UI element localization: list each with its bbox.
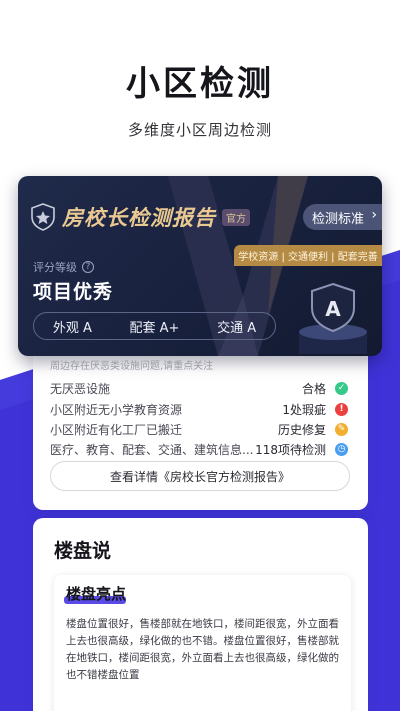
report-tags: 学校资源 | 交通便利 | 配套完善 <box>234 245 382 266</box>
shield-star-icon <box>31 203 55 231</box>
report-header: 房校长检测报告 官方 <box>30 202 250 232</box>
page-title: 小区检测 <box>126 64 274 104</box>
wrench-icon: ✎ <box>335 423 348 436</box>
check-row: 小区附近无小学教育资源 1处瑕疵 ! <box>50 401 350 421</box>
grade-badge: A <box>299 282 367 354</box>
clock-icon: ◷ <box>335 443 348 456</box>
check-icon: ✓ <box>335 382 348 395</box>
check-row: 医疗、教育、配套、交通、建筑信息... 118项待检测 ◷ <box>50 441 350 461</box>
highlight-text: 楼盘位置很好，售楼部就在地铁口，楼间距很宽，外立面看上去也很高级，绿化做的也不错… <box>66 618 339 681</box>
standard-button[interactable]: 检测标准 › <box>302 204 382 230</box>
check-value: 合格 <box>301 382 326 396</box>
rating-label: 评分等级 ? <box>33 259 94 275</box>
official-badge: 官方 <box>222 208 250 226</box>
check-value: 历史修复 <box>277 423 326 437</box>
check-row: 小区附近有化工厂已搬迁 历史修复 ✎ <box>50 421 350 441</box>
check-label: 医疗、教育、配套、交通、建筑信息... <box>50 443 254 457</box>
check-value: 1处瑕疵 <box>282 403 326 417</box>
standard-button-label: 检测标准 <box>311 211 364 227</box>
section-title: 楼盘说 <box>54 540 112 562</box>
check-label: 小区附近有化工厂已搬迁 <box>50 423 183 437</box>
check-label: 无厌恶设施 <box>50 382 111 396</box>
checks-note: 周边存在厌恶类设施问题,请重点关注 <box>50 361 214 372</box>
sub-rating-appearance: 外观 A <box>52 320 92 336</box>
report-title: 房校长检测报告 <box>62 206 216 230</box>
report-card[interactable]: 房校长检测报告 官方 检测标准 › 学校资源 | 交通便利 | 配套完善 评分等… <box>18 176 382 356</box>
alert-icon: ! <box>335 403 348 416</box>
chevron-right-icon: › <box>371 207 377 223</box>
help-icon[interactable]: ? <box>82 261 94 273</box>
highlight-title: 楼盘亮点 <box>66 585 127 603</box>
sub-rating-traffic: 交通 A <box>217 320 257 336</box>
rating-label-text: 评分等级 <box>33 261 77 274</box>
sub-ratings: 外观 A 配套 A+ 交通 A <box>33 312 276 340</box>
check-value: 118项待检测 <box>255 443 326 457</box>
sub-rating-facilities: 配套 A+ <box>129 320 180 336</box>
check-label: 小区附近无小学教育资源 <box>50 403 183 417</box>
grade-letter: A <box>325 297 341 321</box>
rating-value: 项目优秀 <box>33 281 114 303</box>
check-row: 无厌恶设施 合格 ✓ <box>50 380 350 400</box>
view-detail-button[interactable]: 查看详情《房校长官方检测报告》 <box>50 461 350 491</box>
page-subtitle: 多维度小区周边检测 <box>127 121 272 139</box>
